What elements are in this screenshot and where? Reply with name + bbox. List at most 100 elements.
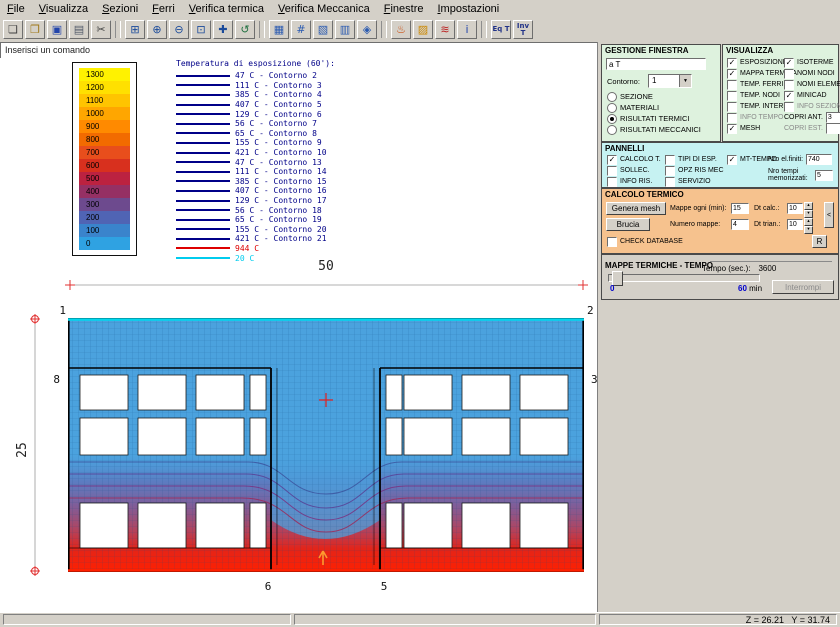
- genera-mesh-button[interactable]: Genera mesh: [606, 202, 666, 215]
- spin-up-icon[interactable]: ▲: [804, 202, 813, 210]
- radio-sezione[interactable]: SEZIONE: [604, 91, 701, 102]
- zoom-out-icon[interactable]: ⊖: [169, 20, 189, 39]
- menu-item-verifica-meccanica[interactable]: Verifica Meccanica: [271, 2, 377, 16]
- save-file-icon[interactable]: ▣: [47, 20, 67, 39]
- checkbox-check-database[interactable]: CHECK DATABASE: [604, 236, 683, 247]
- checkbox-calcolo-t[interactable]: ✓CALCOLO T.: [604, 154, 661, 165]
- dt-trian-spinner[interactable]: ▲▼: [804, 218, 813, 231]
- radio-risultati-meccanici[interactable]: RISULTATI MECCANICI: [604, 124, 701, 135]
- scale-band-500: 500: [79, 172, 130, 185]
- menu-item-ferri[interactable]: Ferri: [145, 2, 182, 16]
- checkbox-box: [607, 237, 617, 247]
- nro-tempi-value[interactable]: 5: [815, 170, 833, 181]
- dt-calc-input[interactable]: 10: [787, 203, 803, 214]
- checkbox-temp-interne[interactable]: TEMP. INTERNE: [724, 101, 781, 112]
- eq-t-icon[interactable]: Eq T: [491, 20, 511, 39]
- menu-item-finestre[interactable]: Finestre: [377, 2, 431, 16]
- menu-item-impostazioni[interactable]: Impostazioni: [430, 2, 506, 16]
- numero-mappe-input[interactable]: 4: [731, 219, 749, 230]
- interrompi-button[interactable]: Interrompi: [772, 280, 834, 294]
- nodes-view-icon[interactable]: ◈: [357, 20, 377, 39]
- chevron-down-icon[interactable]: ▼: [679, 75, 691, 87]
- checkbox-temp-nodi[interactable]: TEMP. NODI: [724, 90, 781, 101]
- scale-band-0: 0: [79, 237, 130, 250]
- checkbox-info-tempo[interactable]: INFO TEMPO: [724, 112, 781, 123]
- checkbox-copri-est[interactable]: COPRI EST.: [781, 123, 837, 134]
- checkbox-servizio[interactable]: SERVIZIO: [662, 176, 724, 187]
- checkbox-copri-ant[interactable]: COPRI ANT.3: [781, 112, 837, 123]
- spin-down-icon[interactable]: ▼: [804, 226, 813, 234]
- checkbox-nomi-nodi[interactable]: NOMI NODI: [781, 68, 837, 79]
- checkbox-label: COPRI ANT.: [784, 114, 823, 121]
- checkbox-mesh[interactable]: ✓MESH: [724, 123, 781, 134]
- window-name-input[interactable]: [606, 58, 706, 70]
- nro-el-finiti-value[interactable]: 740: [806, 154, 832, 165]
- checkbox-mappa-termica[interactable]: ✓MAPPA TERMICA: [724, 68, 781, 79]
- checkbox-temp-ferri[interactable]: TEMP. FERRI: [724, 79, 781, 90]
- inv-t-icon[interactable]: Inv T: [513, 20, 533, 39]
- open-file-icon[interactable]: ❐: [25, 20, 45, 39]
- scale-band-800: 800: [79, 133, 130, 146]
- time-slider[interactable]: [608, 274, 760, 282]
- dt-calc-spinner[interactable]: ▲▼: [804, 202, 813, 215]
- legend-entry-label: 155 C - Contorno 9: [235, 138, 322, 147]
- checkbox-info-sezione[interactable]: INFO SEZIONE: [781, 101, 837, 112]
- checkbox-label: INFO RIS.: [620, 178, 652, 185]
- rebar-view-icon[interactable]: ▥: [335, 20, 355, 39]
- radio-risultati-termici[interactable]: RISULTATI TERMICI: [604, 113, 701, 124]
- pan-icon[interactable]: ✚: [213, 20, 233, 39]
- info-icon[interactable]: i: [457, 20, 477, 39]
- slider-max-value: 60: [738, 284, 747, 293]
- materials-view-icon[interactable]: ▧: [313, 20, 333, 39]
- legend-entry-label: 111 C - Contorno 14: [235, 167, 327, 176]
- r-button[interactable]: R: [812, 235, 827, 248]
- checkbox-esposizione[interactable]: ✓ESPOSIZIONE: [724, 57, 781, 68]
- menu-item-visualizza[interactable]: Visualizza: [32, 2, 95, 16]
- zoom-in-icon[interactable]: ⊕: [147, 20, 167, 39]
- new-file-icon[interactable]: ❏: [3, 20, 23, 39]
- cut-icon[interactable]: ✂: [91, 20, 111, 39]
- node-label-1: 1: [59, 304, 66, 317]
- contorno-select[interactable]: 1 ▼: [648, 74, 692, 88]
- spin-up-icon[interactable]: ▲: [804, 218, 813, 226]
- checkbox-label: OPZ RIS MEC: [678, 167, 724, 174]
- zoom-extents-icon[interactable]: ⊡: [191, 20, 211, 39]
- radio-label: SEZIONE: [620, 92, 653, 101]
- dt-trian-input[interactable]: 10: [787, 219, 803, 230]
- legend-entry-label: 155 C - Contorno 20: [235, 225, 327, 234]
- checkbox-isoterme[interactable]: ✓ISOTERME: [781, 57, 837, 68]
- mesh-view-icon[interactable]: #: [291, 20, 311, 39]
- checkbox-tipi-di-esp[interactable]: TIPI DI ESP.: [662, 154, 724, 165]
- fire-exposure-icon[interactable]: ♨: [391, 20, 411, 39]
- brucia-button[interactable]: Brucia: [606, 218, 650, 231]
- input-copri-est[interactable]: [826, 123, 840, 134]
- checkbox-opz-ris-mec[interactable]: OPZ RIS MEC: [662, 165, 724, 176]
- drawing-canvas[interactable]: 50 25 1 2 8 3 6 5 1300120011001000900800…: [0, 58, 597, 612]
- mappe-ogni-input[interactable]: 15: [731, 203, 749, 214]
- mappe-ogni-label: Mappe ogni (min):: [670, 205, 726, 212]
- print-icon[interactable]: ▤: [69, 20, 89, 39]
- menu-item-sezioni[interactable]: Sezioni: [95, 2, 145, 16]
- dt-trian-label: Dt trian.:: [754, 221, 780, 228]
- toolbar-separator: [259, 21, 265, 38]
- collapse-panel-button[interactable]: <: [824, 202, 834, 228]
- zoom-window-icon[interactable]: ⊞: [125, 20, 145, 39]
- checkbox-info-ris[interactable]: INFO RIS.: [604, 176, 661, 187]
- spin-down-icon[interactable]: ▼: [804, 210, 813, 218]
- thermal-map-icon[interactable]: ▨: [413, 20, 433, 39]
- isotherms-icon[interactable]: ≋: [435, 20, 455, 39]
- scale-band-400: 400: [79, 185, 130, 198]
- checkbox-box: [665, 166, 675, 176]
- checkbox-minicad[interactable]: ✓MINICAD: [781, 90, 837, 101]
- radio-materiali[interactable]: MATERIALI: [604, 102, 701, 113]
- radio-circle: [607, 92, 617, 102]
- redraw-icon[interactable]: ↺: [235, 20, 255, 39]
- input-copri-ant[interactable]: 3: [826, 112, 840, 123]
- contour-line-swatch: [176, 200, 230, 202]
- checkbox-sollec[interactable]: SOLLEC.: [604, 165, 661, 176]
- section-view-icon[interactable]: ▦: [269, 20, 289, 39]
- checkbox-nomi-elementi[interactable]: NOMI ELEMENTI: [781, 79, 837, 90]
- menu-item-verifica-termica[interactable]: Verifica termica: [182, 2, 271, 16]
- legend-entry-label: 56 C - Contorno 7: [235, 119, 317, 128]
- menu-item-file[interactable]: File: [0, 2, 32, 16]
